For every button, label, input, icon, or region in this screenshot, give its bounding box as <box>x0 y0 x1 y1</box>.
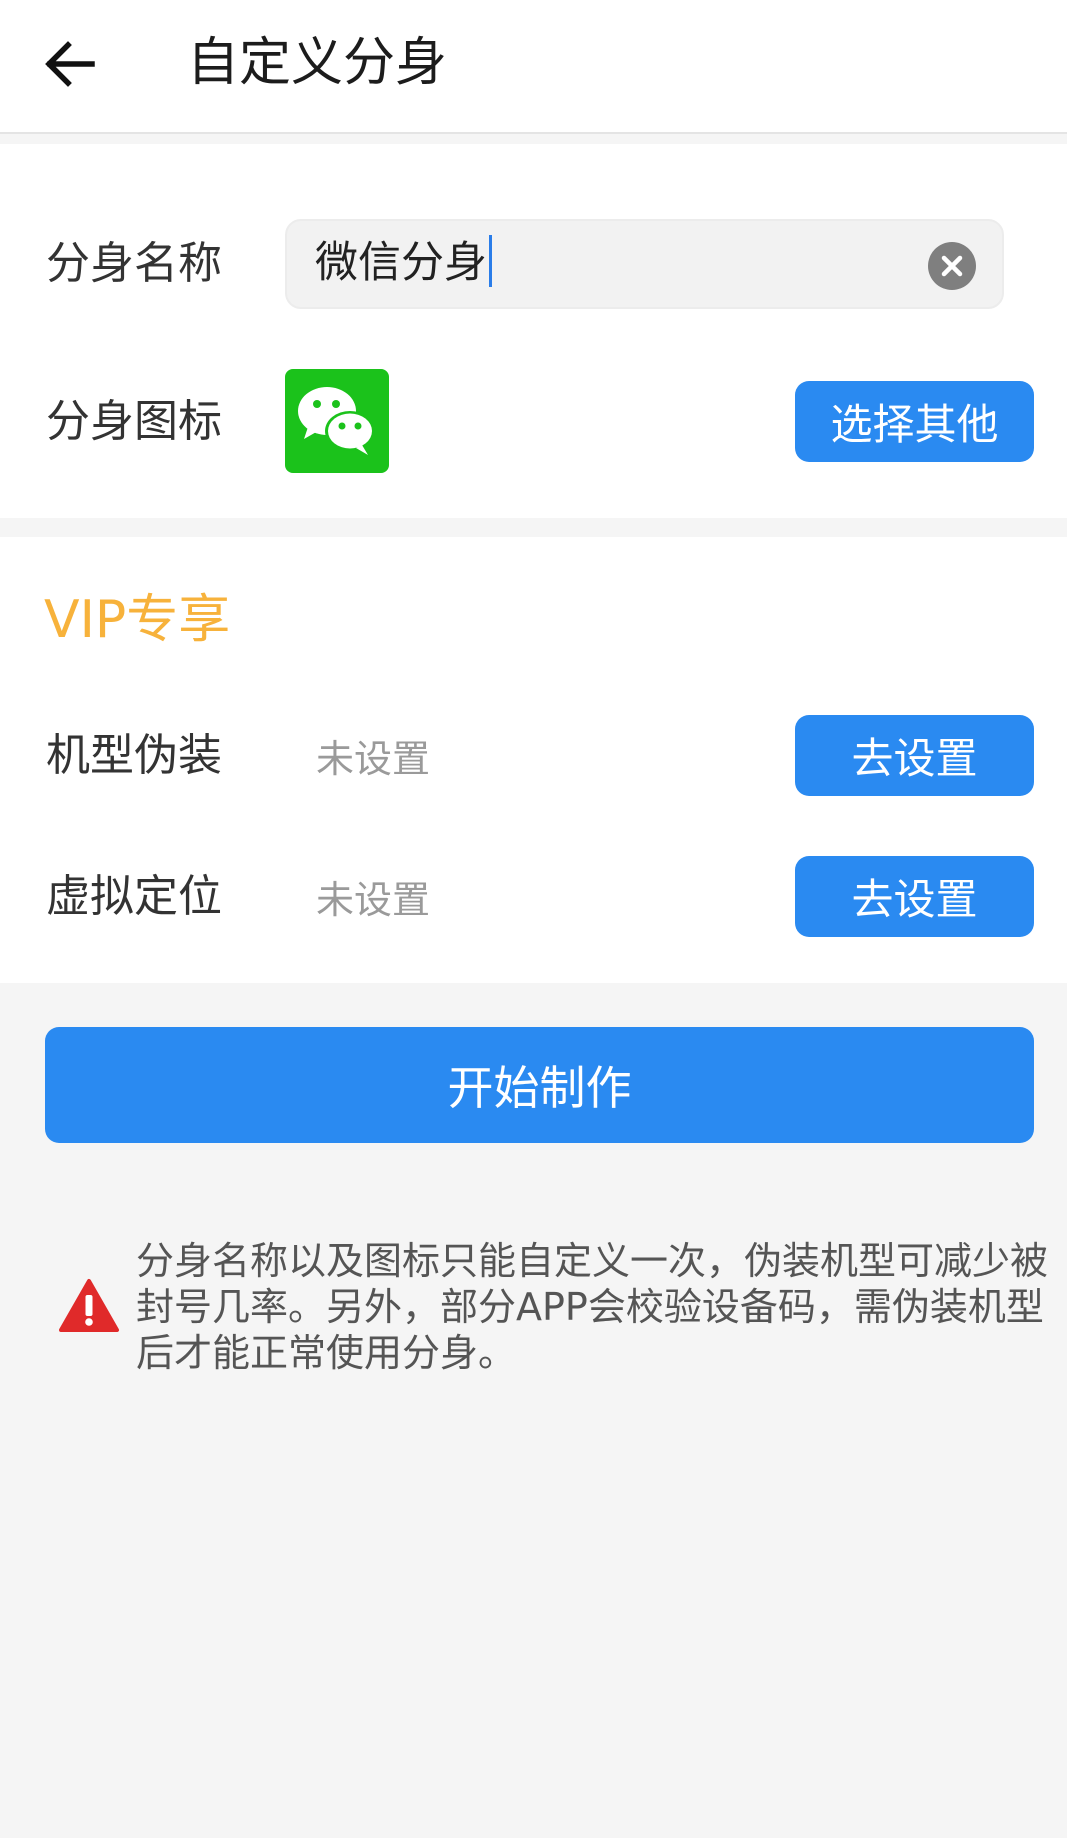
name-input-value: 微信分身 <box>315 235 492 291</box>
back-button[interactable] <box>30 22 110 106</box>
wechat-app-icon <box>285 369 389 473</box>
vip-card: VIP专享 机型伪装 未设置 去设置 虚拟定位 未设置 去设置 <box>0 537 1067 983</box>
arrow-left-icon <box>45 41 95 87</box>
device-disguise-label: 机型伪装 <box>46 730 222 781</box>
notice-text: 分身名称以及图标只能自定义一次，伪装机型可减少被封号几率。另外，部分APP会校验… <box>136 1239 1049 1375</box>
top-bar: 自定义分身 <box>0 0 1067 134</box>
app-root: 自定义分身 分身名称 微信分身 分身图标 选择其他 VIP专享 机型伪装 未设置… <box>0 0 1067 1838</box>
clear-circle-icon <box>941 255 963 277</box>
virtual-location-settings-button[interactable]: 去设置 <box>795 856 1034 937</box>
vip-section-title: VIP专享 <box>44 590 231 650</box>
icon-label: 分身图标 <box>46 396 222 447</box>
virtual-location-status: 未设置 <box>316 878 431 922</box>
name-input[interactable]: 微信分身 <box>285 219 1004 309</box>
start-create-button[interactable]: 开始制作 <box>45 1027 1034 1143</box>
warning-icon <box>59 1279 119 1332</box>
clear-button[interactable] <box>928 242 976 290</box>
choose-other-button[interactable]: 选择其他 <box>795 381 1034 462</box>
text-caret <box>489 235 492 287</box>
wechat-icon <box>298 387 375 455</box>
device-disguise-status: 未设置 <box>316 737 431 781</box>
page-title: 自定义分身 <box>187 33 448 93</box>
name-text: 微信分身 <box>315 238 487 288</box>
device-disguise-settings-button[interactable]: 去设置 <box>795 715 1034 796</box>
name-label: 分身名称 <box>46 238 222 289</box>
virtual-location-label: 虚拟定位 <box>46 871 222 922</box>
profile-card: 分身名称 微信分身 分身图标 选择其他 <box>0 144 1067 518</box>
